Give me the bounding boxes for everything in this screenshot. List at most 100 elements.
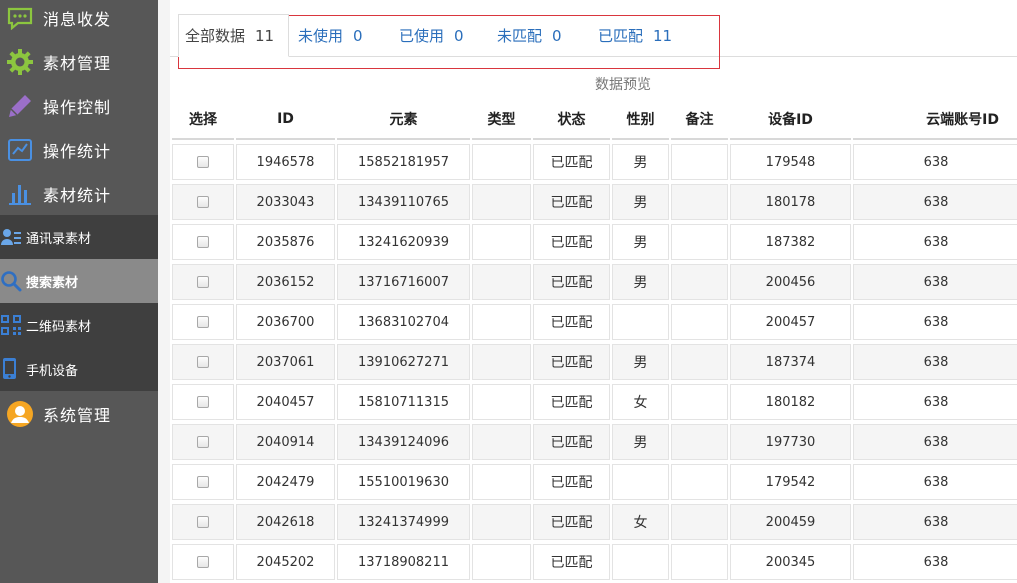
- sidebar-item-label: 操作控制: [43, 98, 112, 117]
- device-id-cell: 179542: [730, 464, 851, 500]
- device-id-cell: 180178: [730, 184, 851, 220]
- sidebar-item-system-management[interactable]: 系统管理: [0, 392, 158, 436]
- gender-cell: 女: [612, 504, 669, 540]
- table-row: 2042479 15510019630 已匹配 179542 638: [172, 462, 1017, 502]
- note-cell: [671, 144, 728, 180]
- select-cell: [172, 544, 234, 580]
- row-checkbox[interactable]: [197, 436, 209, 448]
- chat-bubble-icon: [6, 4, 34, 32]
- id-cell: 2035876: [236, 224, 335, 260]
- col-id-header: ID: [236, 100, 335, 140]
- sidebar-item-operation-stats[interactable]: 操作统计: [0, 128, 158, 172]
- sidebar-item-contacts-material[interactable]: 通讯录素材: [0, 215, 158, 259]
- id-cell: 2036152: [236, 264, 335, 300]
- device-id-cell: 200345: [730, 544, 851, 580]
- element-cell: 13716716007: [337, 264, 470, 300]
- sidebar-item-label: 二维码素材: [26, 319, 92, 335]
- table-row: 2037061 13910627271 已匹配男 187374 638: [172, 342, 1017, 382]
- element-cell: 13718908211: [337, 544, 470, 580]
- sidebar-item-qr-material[interactable]: 二维码素材: [0, 303, 158, 347]
- sidebar: 消息收发 素材管理 操作控制 操作统计 素材统计 通讯录素材 搜索素材 二维码素…: [0, 0, 158, 583]
- note-cell: [671, 304, 728, 340]
- status-cell: 已匹配: [533, 544, 610, 580]
- row-checkbox[interactable]: [197, 396, 209, 408]
- gender-cell: 女: [612, 384, 669, 420]
- col-select-header: 选择: [172, 100, 234, 140]
- device-id-cell: 180182: [730, 384, 851, 420]
- element-cell: 13683102704: [337, 304, 470, 340]
- cloud-id-cell: 638: [853, 464, 1017, 500]
- status-cell: 已匹配: [533, 344, 610, 380]
- element-cell: 13241620939: [337, 224, 470, 260]
- contacts-icon: [0, 226, 22, 248]
- table-row: 2033043 13439110765 已匹配男 180178 638: [172, 182, 1017, 222]
- table-row: 2035876 13241620939 已匹配男 187382 638: [172, 222, 1017, 262]
- select-cell: [172, 424, 234, 460]
- row-checkbox[interactable]: [197, 156, 209, 168]
- sidebar-item-operation-control[interactable]: 操作控制: [0, 84, 158, 128]
- device-id-cell: 187382: [730, 224, 851, 260]
- tab-all-data[interactable]: 全部数据 11: [178, 14, 290, 57]
- cloud-id-cell: 638: [853, 384, 1017, 420]
- sidebar-item-label: 通讯录素材: [26, 231, 92, 247]
- type-cell: [472, 264, 531, 300]
- row-checkbox[interactable]: [197, 316, 209, 328]
- main-content: 全部数据 11 未使用 0 已使用 0 未匹配 0 已匹配 11 数据预览 选择 ID 元素类…: [158, 0, 1017, 583]
- gender-cell: [612, 464, 669, 500]
- user-icon: [6, 400, 34, 428]
- status-cell: 已匹配: [533, 144, 610, 180]
- id-cell: 2037061: [236, 344, 335, 380]
- cloud-id-cell: 638: [853, 424, 1017, 460]
- id-cell: 2040914: [236, 424, 335, 460]
- row-checkbox[interactable]: [197, 236, 209, 248]
- type-cell: [472, 224, 531, 260]
- row-checkbox[interactable]: [197, 356, 209, 368]
- tab-label: 全部数据: [185, 27, 246, 45]
- select-cell: [172, 224, 234, 260]
- element-cell: 15852181957: [337, 144, 470, 180]
- row-checkbox[interactable]: [197, 196, 209, 208]
- bar-chart-icon: [6, 180, 34, 208]
- device-id-cell: 197730: [730, 424, 851, 460]
- gender-cell: [612, 544, 669, 580]
- status-cell: 已匹配: [533, 264, 610, 300]
- col-note-header: 备注: [671, 100, 728, 140]
- sidebar-item-phone-devices[interactable]: 手机设备: [0, 347, 158, 391]
- line-chart-icon: [6, 136, 34, 164]
- qr-code-icon: [0, 314, 22, 336]
- type-cell: [472, 424, 531, 460]
- device-id-cell: 200457: [730, 304, 851, 340]
- gender-cell: [612, 304, 669, 340]
- sidebar-item-label: 搜索素材: [26, 275, 79, 291]
- sidebar-item-material-stats[interactable]: 素材统计: [0, 172, 158, 216]
- gender-cell: 男: [612, 224, 669, 260]
- col-status-header: 状态: [533, 100, 610, 140]
- col-device-id-header: 设备ID: [730, 100, 851, 140]
- status-cell: 已匹配: [533, 224, 610, 260]
- status-cell: 已匹配: [533, 384, 610, 420]
- table-header: 选择 ID 元素 类型 状态 性别 备注 设备ID 云端账号ID: [172, 100, 1017, 140]
- gender-cell: 男: [612, 424, 669, 460]
- note-cell: [671, 264, 728, 300]
- gender-cell: 男: [612, 344, 669, 380]
- select-cell: [172, 264, 234, 300]
- col-element-header: 元素: [337, 100, 470, 140]
- sidebar-item-search-material[interactable]: 搜索素材: [0, 259, 158, 303]
- cloud-id-cell: 638: [853, 224, 1017, 260]
- sidebar-item-material-management[interactable]: 素材管理: [0, 40, 158, 84]
- row-checkbox[interactable]: [197, 516, 209, 528]
- id-cell: 2042479: [236, 464, 335, 500]
- sidebar-item-messages[interactable]: 消息收发: [0, 0, 158, 40]
- status-cell: 已匹配: [533, 184, 610, 220]
- row-checkbox[interactable]: [197, 276, 209, 288]
- select-cell: [172, 144, 234, 180]
- note-cell: [671, 464, 728, 500]
- cloud-id-cell: 638: [853, 344, 1017, 380]
- element-cell: 15810711315: [337, 384, 470, 420]
- sidebar-item-label: 操作统计: [43, 142, 112, 161]
- note-cell: [671, 224, 728, 260]
- note-cell: [671, 184, 728, 220]
- row-checkbox[interactable]: [197, 476, 209, 488]
- row-checkbox[interactable]: [197, 556, 209, 568]
- element-cell: 13439124096: [337, 424, 470, 460]
